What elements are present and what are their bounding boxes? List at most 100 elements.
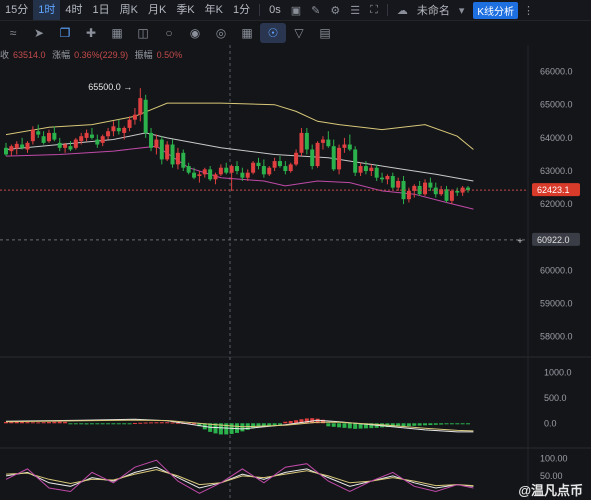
timeframe-quarter[interactable]: 季K [171, 0, 199, 20]
candle [412, 184, 417, 198]
divider [259, 4, 261, 16]
lock-icon[interactable]: ○ [156, 26, 182, 40]
candle-body [213, 174, 218, 180]
candle [288, 162, 293, 173]
candle-body [390, 176, 395, 188]
amplitude-label: 振幅 [134, 50, 153, 60]
candle [277, 156, 282, 168]
timeframe-4h[interactable]: 4时 [60, 0, 87, 20]
candle [111, 121, 116, 137]
magnet-icon[interactable]: ➤ [26, 26, 52, 40]
candle [417, 180, 422, 196]
brush-icon[interactable]: ≈ [0, 26, 26, 40]
refresh-interval[interactable]: 0s [264, 0, 286, 20]
candle [138, 88, 143, 122]
macd-histogram-bar [116, 423, 121, 425]
timeframe-year[interactable]: 年K [200, 0, 228, 20]
macd-histogram-bar [30, 422, 35, 424]
layers-icon[interactable]: ◫ [130, 26, 156, 40]
fullscreen-icon[interactable]: ⛶ [365, 4, 383, 17]
y-tick-label: 60000.0 [540, 265, 573, 275]
candle-body [20, 144, 25, 148]
candle-body [149, 132, 154, 148]
candle-body [337, 147, 342, 170]
timeframe-1d[interactable]: 1日 [88, 0, 115, 20]
candle-body [380, 177, 385, 180]
pin-icon[interactable]: ◎ [208, 26, 234, 40]
y-tick-label: 58000.0 [540, 332, 573, 342]
candle-body [428, 182, 433, 188]
candle-body [267, 167, 272, 175]
crosshair-plus-icon: + [517, 236, 522, 246]
candle-body [138, 98, 143, 115]
candle [218, 164, 223, 176]
candle [116, 119, 121, 135]
candle-body [385, 176, 390, 180]
calendar-icon[interactable]: ▦ [104, 26, 130, 40]
macd-histogram-bar [149, 422, 154, 424]
candle-body [122, 127, 127, 133]
y-tick-label: 64000.0 [540, 133, 573, 143]
candle-body [315, 142, 320, 167]
trash-icon[interactable]: ▤ [312, 26, 338, 40]
ruler-icon[interactable]: ✚ [78, 26, 104, 40]
link-icon[interactable]: ☉ [260, 23, 286, 43]
candle-body [261, 166, 266, 175]
chart-canvas[interactable]: 66000.065000.064000.063000.062000.061000… [0, 0, 591, 500]
y-tick-label: 59000.0 [540, 299, 573, 309]
candle-body [95, 139, 100, 145]
k-analysis-button[interactable]: K线分析 [473, 1, 519, 19]
candle [466, 185, 470, 193]
macd-histogram-bar [68, 423, 73, 425]
candle [181, 149, 186, 172]
kdj-d-line [5, 469, 474, 487]
candle [202, 167, 207, 178]
macd-histogram-bar [111, 423, 116, 425]
candle [52, 126, 57, 142]
candle [84, 129, 89, 142]
filter-icon[interactable]: ▽ [286, 26, 312, 40]
macd-histogram-bar [122, 423, 127, 425]
candle-body [100, 136, 105, 143]
edit-icon[interactable]: ✎ [306, 4, 325, 17]
ohlc-info-bar: 收 63514.0 涨幅 0.36%(229.9) 振幅 0.50% [0, 48, 186, 61]
candle-body [310, 149, 315, 167]
copy-icon[interactable]: ❐ [52, 26, 78, 40]
eye-icon[interactable]: ◉ [182, 26, 208, 40]
candle [396, 177, 401, 191]
candle [127, 116, 132, 132]
candle-body [272, 161, 277, 168]
settings-icon[interactable]: ⚙ [325, 4, 345, 17]
timeframe-week[interactable]: 周K [115, 0, 143, 20]
candle-body [170, 144, 175, 165]
candle [25, 141, 30, 153]
camera-icon[interactable]: ▣ [286, 4, 306, 17]
layout-name[interactable]: 未命名 [413, 2, 454, 18]
candle [41, 131, 46, 145]
list-icon[interactable]: ☰ [345, 4, 365, 17]
candle [143, 94, 148, 138]
candle-body [406, 190, 411, 200]
macd-histogram-bar [455, 423, 460, 425]
macd-histogram-bar [100, 423, 105, 425]
candle-body [73, 139, 78, 148]
macd-histogram-bar [106, 423, 111, 425]
timeframe-1m[interactable]: 1分 [228, 0, 255, 20]
timeframe-1h[interactable]: 1时 [33, 0, 61, 20]
macd-histogram-bar [170, 422, 175, 424]
candle-body [347, 144, 352, 150]
cloud-icon[interactable]: ☁ [392, 4, 413, 17]
candle-body [208, 169, 213, 180]
candle [95, 134, 100, 148]
candle [444, 185, 449, 203]
kdj-tick-label: 100.00 [540, 453, 568, 463]
timeframe-month[interactable]: 月K [143, 0, 171, 20]
more-icon[interactable]: ⋮ [518, 4, 539, 17]
candle [165, 141, 170, 162]
grid-icon[interactable]: ▦ [234, 26, 260, 40]
candle [261, 159, 266, 178]
change-value: 0.36%(229.9) [74, 50, 129, 60]
chevron-down-icon[interactable]: ▾ [454, 4, 470, 17]
timeframe-15m[interactable]: 15分 [0, 0, 33, 20]
candle [369, 164, 374, 176]
